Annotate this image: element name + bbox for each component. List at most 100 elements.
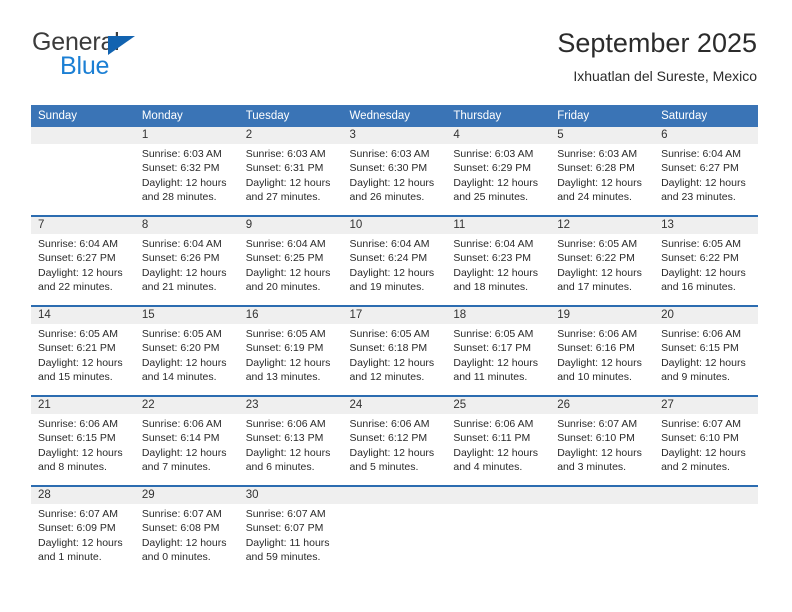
general-blue-logo[interactable]: General Blue [31,26,261,88]
calendar-day-cell[interactable]: 4 Sunrise: 6:03 AM Sunset: 6:29 PM Daylight… [446,127,551,216]
day-details [446,504,550,575]
page-title: September 2025 [557,28,757,58]
calendar-day-cell-empty [654,485,758,575]
calendar-day-cell-empty [31,127,135,216]
day-number: 12 [550,217,655,234]
day-number: 22 [134,397,239,414]
calendar-week-row: 14 Sunrise: 6:05 AM Sunset: 6:21 PM Dayligh… [31,305,758,396]
day-details: Sunrise: 6:07 AM Sunset: 6:08 PM Daylight:… [135,504,239,575]
calendar-day-cell[interactable]: 10 Sunrise: 6:04 AM Sunset: 6:24 PM Dayligh… [342,215,447,306]
calendar-day-cell[interactable]: 2 Sunrise: 6:03 AM Sunset: 6:31 PM Daylight… [238,127,343,216]
daylight-text: Daylight: 12 hours and 4 minutes. [453,446,539,473]
day-number: 9 [238,217,343,234]
daylight-text: Daylight: 12 hours and 19 minutes. [349,266,435,293]
calendar-day-cell[interactable]: 13 Sunrise: 6:05 AM Sunset: 6:22 PM Dayligh… [654,215,758,306]
day-details: Sunrise: 6:07 AM Sunset: 6:10 PM Daylight:… [550,414,654,485]
sunrise-text: Sunrise: 6:03 AM [245,148,326,160]
logo-text-blue: Blue [60,52,110,80]
weekday-header-wednesday: Wednesday [342,105,447,127]
daylight-text: Daylight: 12 hours and 26 minutes. [349,176,435,203]
daylight-text: Daylight: 11 hours and 59 minutes. [245,536,330,563]
calendar-day-cell[interactable]: 19 Sunrise: 6:06 AM Sunset: 6:16 PM Dayligh… [550,305,655,396]
sunset-text: Sunset: 6:11 PM [453,432,531,445]
calendar-day-cell[interactable]: 20 Sunrise: 6:06 AM Sunset: 6:15 PM Dayligh… [654,305,758,396]
calendar-day-cell[interactable]: 3 Sunrise: 6:03 AM Sunset: 6:30 PM Daylight… [342,127,447,216]
day-number: 27 [654,397,758,414]
day-details [654,504,758,575]
calendar-day-cell[interactable]: 25 Sunrise: 6:06 AM Sunset: 6:11 PM Dayligh… [446,395,551,486]
calendar-day-cell[interactable]: 27 Sunrise: 6:07 AM Sunset: 6:10 PM Dayligh… [654,395,758,486]
day-details [31,144,135,215]
sunrise-text: Sunrise: 6:06 AM [661,328,742,340]
weekday-header-row: Sunday Monday Tuesday Wednesday Thursday… [31,105,758,127]
calendar-day-cell[interactable]: 1 Sunrise: 6:03 AM Sunset: 6:32 PM Daylight… [134,127,239,216]
sunrise-text: Sunrise: 6:07 AM [245,508,326,520]
daylight-text: Daylight: 12 hours and 28 minutes. [141,176,227,203]
calendar-day-cell[interactable]: 28 Sunrise: 6:07 AM Sunset: 6:09 PM Dayligh… [31,485,135,575]
calendar-day-cell[interactable]: 11 Sunrise: 6:04 AM Sunset: 6:23 PM Dayligh… [446,215,551,306]
sunset-text: Sunset: 6:22 PM [557,252,635,265]
day-number: 29 [134,487,239,504]
title-block: September 2025 Ixhuatlan del Sureste, Me… [557,26,757,86]
day-details: Sunrise: 6:06 AM Sunset: 6:15 PM Daylight:… [654,324,758,395]
calendar-week-row: 1 Sunrise: 6:03 AM Sunset: 6:32 PM Daylight… [31,127,758,216]
calendar-day-cell[interactable]: 9 Sunrise: 6:04 AM Sunset: 6:25 PM Daylight… [238,215,343,306]
sunrise-text: Sunrise: 6:06 AM [38,418,118,430]
sunrise-text: Sunrise: 6:05 AM [661,238,742,250]
sunset-text: Sunset: 6:09 PM [38,522,116,535]
sunset-text: Sunset: 6:15 PM [661,342,739,355]
page-header: General Blue September 2025 Ixhuatlan de… [31,26,757,92]
day-number: 19 [550,307,655,324]
daylight-text: Daylight: 12 hours and 0 minutes. [141,536,227,563]
sunset-text: Sunset: 6:19 PM [245,342,324,355]
day-number: 14 [31,307,135,324]
daylight-text: Daylight: 12 hours and 9 minutes. [661,356,746,383]
calendar-body: 1 Sunrise: 6:03 AM Sunset: 6:32 PM Daylight… [31,127,758,575]
calendar-day-cell[interactable]: 17 Sunrise: 6:05 AM Sunset: 6:18 PM Dayligh… [342,305,447,396]
calendar-day-cell-empty [342,485,447,575]
calendar-day-cell[interactable]: 16 Sunrise: 6:05 AM Sunset: 6:19 PM Dayligh… [238,305,343,396]
sunrise-text: Sunrise: 6:03 AM [349,148,430,160]
daylight-text: Daylight: 12 hours and 10 minutes. [557,356,642,383]
sunrise-text: Sunrise: 6:05 AM [349,328,430,340]
calendar-day-cell[interactable]: 12 Sunrise: 6:05 AM Sunset: 6:22 PM Dayligh… [550,215,655,306]
calendar-day-cell[interactable]: 7 Sunrise: 6:04 AM Sunset: 6:27 PM Daylight… [31,215,135,306]
daylight-text: Daylight: 12 hours and 18 minutes. [453,266,539,293]
day-number: 7 [31,217,135,234]
calendar-day-cell[interactable]: 5 Sunrise: 6:03 AM Sunset: 6:28 PM Daylight… [550,127,655,216]
sunrise-text: Sunrise: 6:04 AM [245,238,326,250]
calendar-day-cell[interactable]: 14 Sunrise: 6:05 AM Sunset: 6:21 PM Dayligh… [31,305,135,396]
calendar-day-cell-empty [446,485,551,575]
daylight-text: Daylight: 12 hours and 3 minutes. [557,446,642,473]
sunset-text: Sunset: 6:17 PM [453,342,532,355]
day-number: 17 [342,307,447,324]
calendar-day-cell[interactable]: 26 Sunrise: 6:07 AM Sunset: 6:10 PM Dayligh… [550,395,655,486]
day-details: Sunrise: 6:03 AM Sunset: 6:30 PM Daylight:… [343,144,447,215]
calendar-day-cell[interactable]: 24 Sunrise: 6:06 AM Sunset: 6:12 PM Dayligh… [342,395,447,486]
daylight-text: Daylight: 12 hours and 17 minutes. [557,266,642,293]
daylight-text: Daylight: 12 hours and 22 minutes. [38,266,123,293]
sunset-text: Sunset: 6:15 PM [38,432,116,445]
day-number: 15 [134,307,239,324]
sunset-text: Sunset: 6:10 PM [661,432,739,445]
daylight-text: Daylight: 12 hours and 2 minutes. [661,446,746,473]
sunset-text: Sunset: 6:07 PM [245,522,324,535]
sunrise-text: Sunrise: 6:03 AM [557,148,638,160]
calendar-day-cell[interactable]: 30 Sunrise: 6:07 AM Sunset: 6:07 PM Dayligh… [238,485,343,575]
calendar-day-cell[interactable]: 22 Sunrise: 6:06 AM Sunset: 6:14 PM Dayligh… [134,395,239,486]
calendar-page: General Blue September 2025 Ixhuatlan de… [0,0,792,612]
calendar-day-cell[interactable]: 21 Sunrise: 6:06 AM Sunset: 6:15 PM Dayligh… [31,395,135,486]
sunset-text: Sunset: 6:12 PM [349,432,428,445]
calendar-day-cell[interactable]: 23 Sunrise: 6:06 AM Sunset: 6:13 PM Dayligh… [238,395,343,486]
calendar-day-cell[interactable]: 6 Sunrise: 6:04 AM Sunset: 6:27 PM Daylight… [654,127,758,216]
sunset-text: Sunset: 6:18 PM [349,342,428,355]
sunrise-text: Sunrise: 6:03 AM [141,148,222,160]
day-number: 10 [342,217,447,234]
day-number: 26 [550,397,655,414]
calendar-day-cell[interactable]: 18 Sunrise: 6:05 AM Sunset: 6:17 PM Dayligh… [446,305,551,396]
calendar-day-cell[interactable]: 15 Sunrise: 6:05 AM Sunset: 6:20 PM Dayligh… [134,305,239,396]
daylight-text: Daylight: 12 hours and 5 minutes. [349,446,435,473]
calendar-day-cell[interactable]: 8 Sunrise: 6:04 AM Sunset: 6:26 PM Daylight… [134,215,239,306]
day-number: 11 [446,217,551,234]
calendar-day-cell[interactable]: 29 Sunrise: 6:07 AM Sunset: 6:08 PM Dayligh… [134,485,239,575]
